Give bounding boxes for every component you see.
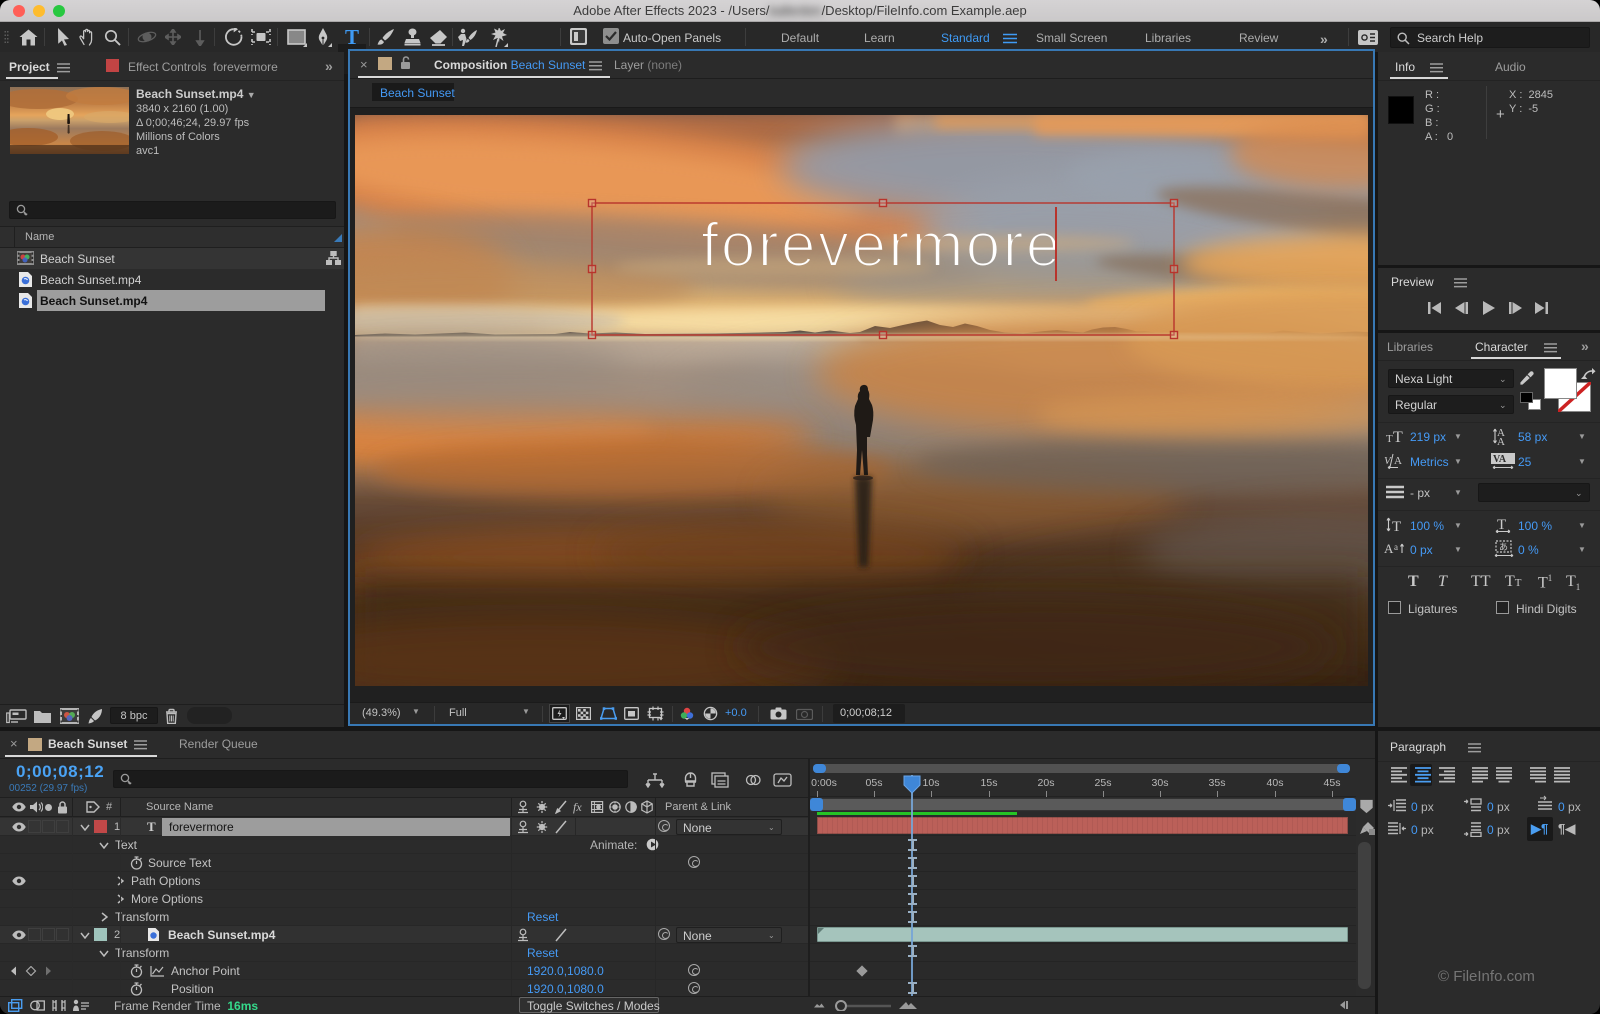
- svg-text:VA: VA: [1493, 454, 1507, 465]
- svg-text:あ: あ: [1499, 542, 1508, 552]
- svg-text:T: T: [1393, 429, 1403, 443]
- svg-text:A: A: [1497, 436, 1505, 446]
- svg-text:T: T: [1386, 433, 1393, 443]
- svg-text:A: A: [1394, 455, 1402, 467]
- svg-text:a: a: [1394, 542, 1398, 552]
- svg-text:T: T: [1497, 517, 1506, 533]
- svg-text:forevermore: forevermore: [701, 211, 1063, 280]
- svg-text:fx: fx: [573, 800, 582, 814]
- svg-text:T: T: [1392, 519, 1401, 533]
- svg-text:A: A: [1384, 541, 1394, 556]
